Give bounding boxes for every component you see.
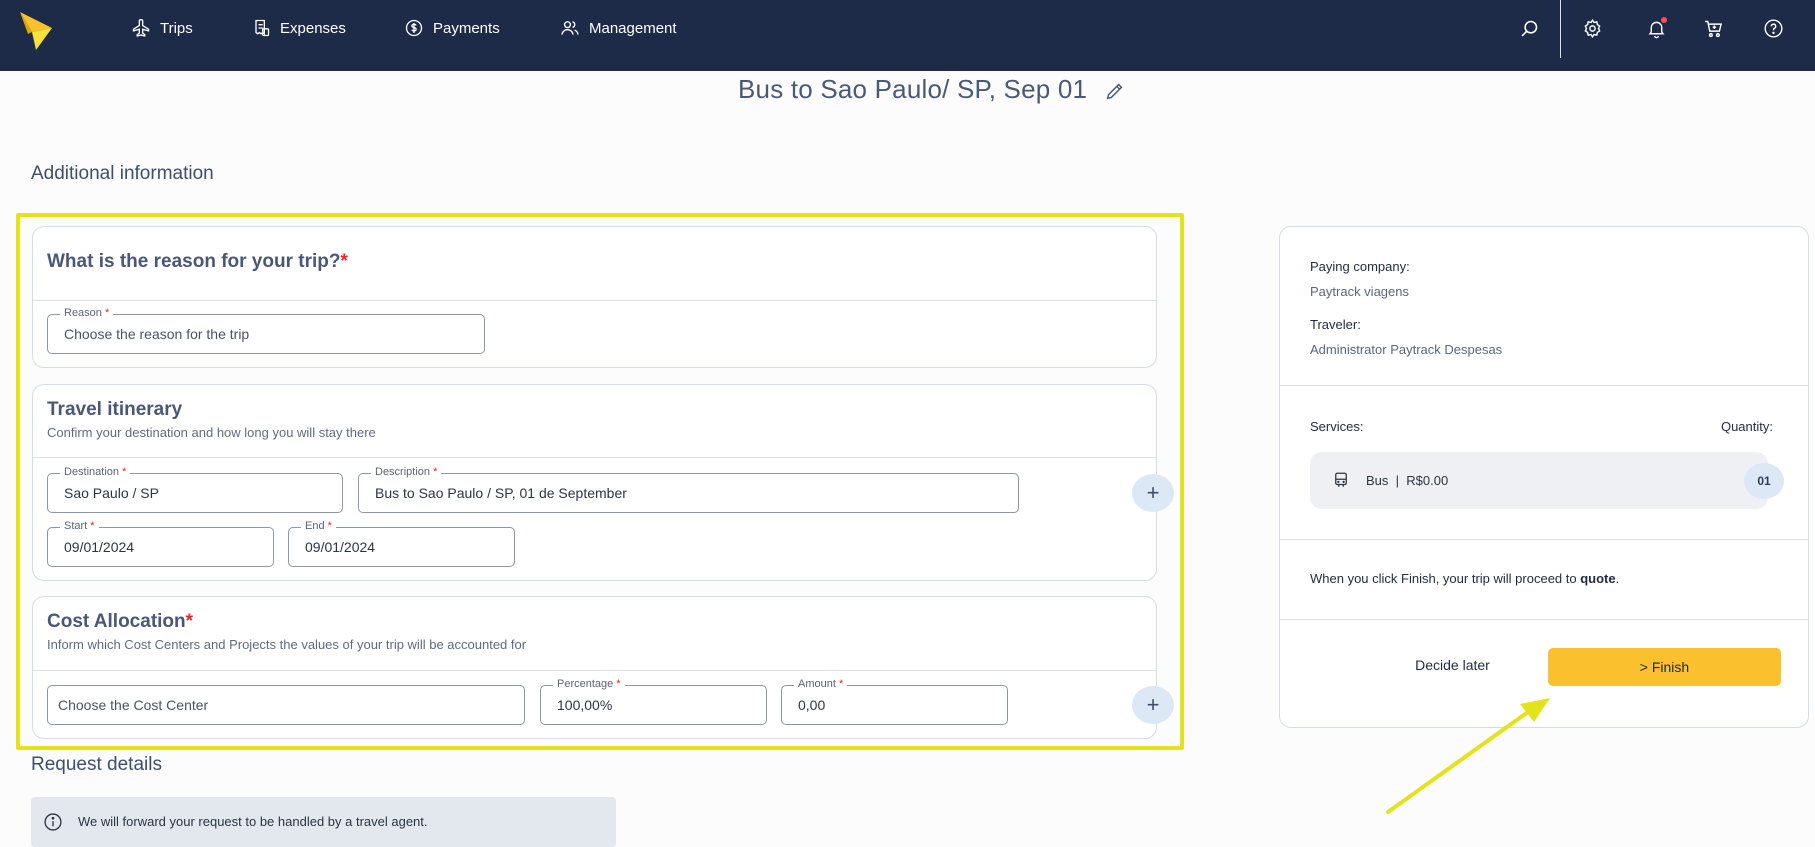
- panel-divider: [1280, 385, 1808, 386]
- request-details-title: Request details: [31, 754, 162, 775]
- notifications-button[interactable]: [1644, 16, 1668, 40]
- nav-payments-label: Payments: [433, 19, 500, 37]
- service-item[interactable]: Bus | R$0.00: [1310, 452, 1768, 509]
- quantity-label: Quantity:: [1720, 419, 1773, 434]
- nav-expenses-label: Expenses: [280, 19, 346, 37]
- pencil-icon[interactable]: [1104, 80, 1126, 102]
- request-info-box: We will forward your request to be handl…: [31, 797, 616, 847]
- notification-dot: [1661, 17, 1667, 23]
- nav-management-label: Management: [589, 19, 677, 37]
- panel-divider: [1280, 619, 1808, 620]
- trip-title: Bus to Sao Paulo/ SP, Sep 01: [738, 74, 1088, 104]
- finish-note-period: .: [1615, 571, 1620, 586]
- gear-icon: [1583, 18, 1601, 38]
- service-label: Bus | R$0.00: [1366, 473, 1448, 488]
- receipt-icon: [255, 19, 270, 37]
- additional-info-title: Additional information: [31, 163, 214, 184]
- trip-summary-panel: Paying company: Paytrack viagens Travele…: [1279, 226, 1809, 728]
- traveler-value: Administrator Paytrack Despesas: [1310, 342, 1503, 357]
- search-button[interactable]: [1517, 16, 1541, 40]
- cart-icon: [1704, 20, 1722, 37]
- service-price: R$0.00: [1406, 473, 1449, 488]
- finish-note-bold: quote: [1580, 571, 1616, 586]
- services-label: Services:: [1310, 419, 1364, 434]
- service-name: Bus: [1366, 473, 1389, 488]
- top-navbar: Trips Expenses Payments Management: [0, 0, 1815, 71]
- nav-expenses[interactable]: Expenses: [251, 16, 346, 40]
- nav-trips-label: Trips: [160, 19, 193, 37]
- finish-note-text: When you click Finish, your trip will pr…: [1310, 571, 1581, 586]
- service-separator: |: [1395, 473, 1400, 488]
- search-icon: [1521, 20, 1537, 36]
- finish-note: When you click Finish, your trip will pr…: [1310, 571, 1619, 586]
- bus-icon: [1335, 472, 1347, 487]
- highlight-frame: [16, 213, 1184, 750]
- traveler-label: Traveler:: [1310, 317, 1361, 332]
- panel-divider: [1280, 539, 1808, 540]
- cart-button[interactable]: [1701, 16, 1725, 40]
- info-icon: [44, 813, 62, 831]
- nav-divider: [1560, 0, 1561, 58]
- nav-payments[interactable]: Payments: [404, 16, 500, 40]
- help-icon: [1763, 18, 1783, 38]
- nav-trips[interactable]: Trips: [131, 16, 193, 40]
- dollar-circle-icon: [405, 19, 423, 37]
- help-button[interactable]: [1761, 16, 1785, 40]
- annotation-arrow: [1386, 698, 1550, 814]
- paying-company-value: Paytrack viagens: [1310, 284, 1409, 299]
- plane-icon: [132, 18, 150, 37]
- service-quantity-badge: 01: [1744, 463, 1784, 499]
- nav-management[interactable]: Management: [560, 16, 677, 40]
- logo[interactable]: [18, 10, 54, 52]
- request-info-text: We will forward your request to be handl…: [78, 814, 428, 829]
- decide-later-button[interactable]: Decide later: [1380, 649, 1525, 681]
- users-icon: [561, 21, 579, 35]
- finish-button[interactable]: > Finish: [1548, 648, 1781, 686]
- paying-company-label: Paying company:: [1310, 259, 1410, 274]
- settings-button[interactable]: [1580, 16, 1604, 40]
